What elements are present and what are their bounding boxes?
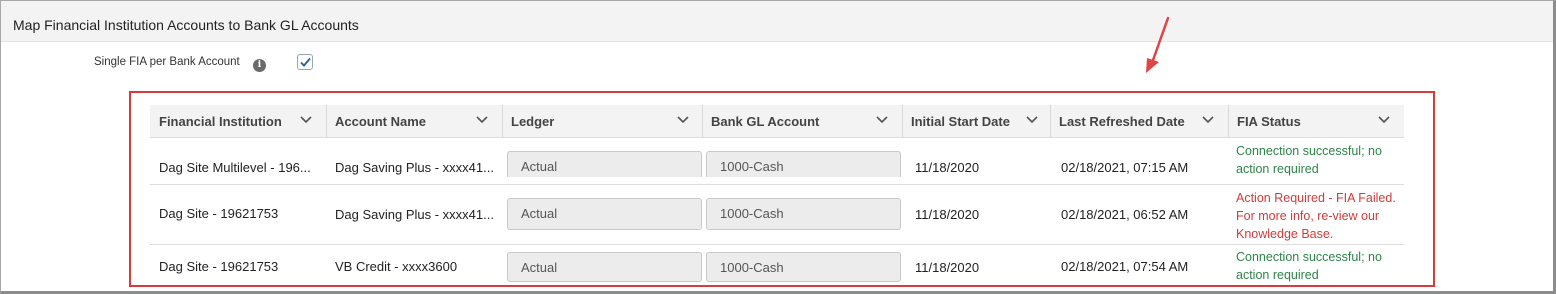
cell-financial-institution: Dag Site - 19621753	[159, 206, 279, 221]
fia-status-success: Connection successful; no action require…	[1236, 144, 1382, 176]
chevron-down-icon[interactable]	[1378, 116, 1390, 124]
fia-status-success: Connection successful; no action require…	[1236, 250, 1382, 282]
column-header-account-name[interactable]: Account Name	[326, 105, 502, 138]
cell-financial-institution: Dag Site Multilevel - 196...	[159, 160, 311, 175]
cell-initial-start-date: 11/18/2020	[915, 207, 980, 222]
column-header-initial-start-date[interactable]: Initial Start Date	[902, 105, 1050, 138]
ledger-field[interactable]: Actual	[507, 252, 702, 282]
column-header-financial-institution[interactable]: Financial Institution	[150, 105, 326, 138]
table-header: Financial Institution Account Name Ledge…	[150, 105, 1404, 138]
cell-account-name: Dag Saving Plus - xxxx41...	[335, 160, 494, 175]
section-header: Map Financial Institution Accounts to Ba…	[1, 1, 1553, 42]
chevron-down-icon[interactable]	[300, 116, 312, 124]
cell-last-refreshed-date: 02/18/2021, 07:54 AM	[1061, 259, 1189, 274]
bank-gl-account-field[interactable]: 1000-Cash	[706, 198, 901, 230]
column-header-ledger[interactable]: Ledger	[502, 105, 702, 138]
cell-last-refreshed-date: 02/18/2021, 06:52 AM	[1061, 207, 1189, 222]
single-fia-label: Single FIA per Bank Account	[94, 56, 240, 68]
ledger-field[interactable]: Actual	[507, 198, 702, 230]
annotation-arrow	[1146, 16, 1170, 73]
chevron-down-icon[interactable]	[476, 116, 488, 124]
row-divider	[150, 244, 1404, 245]
cell-financial-institution: Dag Site - 19621753	[159, 259, 279, 274]
cell-last-refreshed-date: 02/18/2021, 07:15 AM	[1061, 160, 1189, 175]
single-fia-checkbox[interactable]	[297, 54, 313, 70]
cell-initial-start-date: 11/18/2020	[915, 260, 980, 275]
checkmark-icon	[300, 57, 311, 67]
chevron-down-icon[interactable]	[1202, 116, 1214, 124]
chevron-down-icon[interactable]	[677, 116, 689, 124]
page-title: Map Financial Institution Accounts to Ba…	[13, 17, 359, 33]
cell-account-name: Dag Saving Plus - xxxx41...	[335, 207, 494, 222]
cell-initial-start-date: 11/18/2020	[915, 160, 980, 175]
column-header-bank-gl-account[interactable]: Bank GL Account	[702, 105, 902, 138]
bank-gl-account-field[interactable]: 1000-Cash	[706, 252, 901, 282]
bank-gl-account-field[interactable]: 1000-Cash	[706, 151, 901, 177]
chevron-down-icon[interactable]	[1026, 116, 1038, 124]
cell-account-name: VB Credit - xxxx3600	[335, 259, 458, 274]
column-header-fia-status[interactable]: FIA Status	[1228, 105, 1404, 138]
column-header-last-refreshed-date[interactable]: Last Refreshed Date	[1050, 105, 1228, 138]
info-icon[interactable]: i	[253, 59, 266, 72]
ledger-field[interactable]: Actual	[507, 151, 702, 177]
fia-status-error: Action Required - FIA Failed. For more i…	[1236, 191, 1396, 241]
row-divider	[150, 184, 1404, 185]
chevron-down-icon[interactable]	[876, 116, 888, 124]
